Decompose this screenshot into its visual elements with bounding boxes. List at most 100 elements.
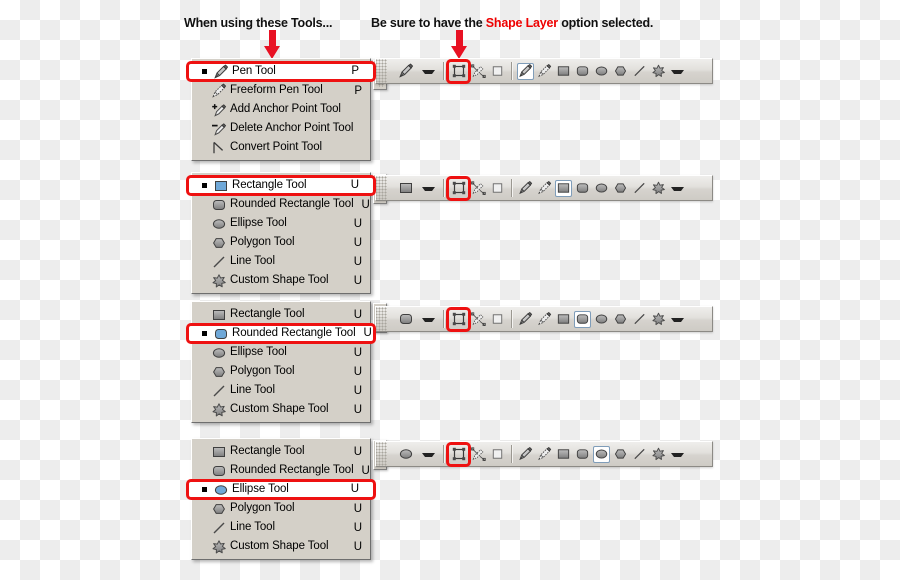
menu-item-add-anchor-point-tool[interactable]: Add Anchor Point Tool: [194, 100, 368, 119]
shape-layers-mode-button[interactable]: [449, 62, 468, 81]
tool-flyout-rounded-rectangle-tools[interactable]: Rectangle Tool U Rounded Rectangle Tool U El…: [186, 301, 376, 423]
current-tool-preview-rounded-rectangle-icon[interactable]: [393, 310, 419, 329]
ellipse-tool-button[interactable]: [593, 311, 610, 328]
polygon-tool-button[interactable]: [612, 311, 629, 328]
options-bar-rectangle-tools[interactable]: [375, 175, 713, 201]
custom-shape-tool-button[interactable]: [650, 311, 667, 328]
paths-mode-button[interactable]: [470, 311, 487, 328]
custom-shape-chevron-down-icon[interactable]: [671, 453, 684, 457]
fill-pixels-mode-button[interactable]: [489, 180, 506, 197]
fill-pixels-mode-button[interactable]: [489, 63, 506, 80]
freeform-pen-tool-button[interactable]: [536, 180, 553, 197]
line-icon: [208, 383, 230, 399]
custom-shape-tool-button[interactable]: [650, 180, 667, 197]
ellipse-tool-button[interactable]: [593, 180, 610, 197]
menu-item-convert-point-tool[interactable]: Convert Point Tool: [194, 138, 368, 157]
custom-shape-chevron-down-icon[interactable]: [671, 187, 684, 191]
tool-flyout-rectangle-tools[interactable]: Rectangle Tool U Rounded Rectangle Tool U El…: [186, 172, 376, 294]
polygon-tool-button[interactable]: [612, 63, 629, 80]
freeform-pen-tool-button[interactable]: [536, 446, 553, 463]
tool-preset-chevron-down-icon[interactable]: [422, 318, 435, 322]
menu-item-rectangle-tool[interactable]: Rectangle Tool U: [194, 442, 368, 461]
ellipse-icon: [208, 345, 230, 361]
custom-shape-chevron-down-icon[interactable]: [671, 70, 684, 74]
freeform-pen-tool-button[interactable]: [536, 63, 553, 80]
rectangle-tool-button[interactable]: [555, 311, 572, 328]
menu-item-rounded-rectangle-tool[interactable]: Rounded Rectangle Tool U: [194, 461, 370, 480]
rounded-rectangle-tool-button[interactable]: [574, 180, 591, 197]
custom-shape-chevron-down-icon[interactable]: [671, 318, 684, 322]
options-bar-rounded-rectangle-tools[interactable]: [375, 306, 713, 332]
tutorial-canvas: When using these Tools... Be sure to hav…: [0, 0, 900, 580]
rounded-rectangle-tool-button[interactable]: [574, 310, 591, 328]
options-bar-grip-icon[interactable]: [376, 442, 387, 466]
fill-pixels-mode-button[interactable]: [489, 446, 506, 463]
paths-mode-button[interactable]: [470, 63, 487, 80]
menu-item-label: Ellipse Tool: [230, 217, 287, 229]
freeform-pen-tool-button[interactable]: [536, 311, 553, 328]
menu-item-line-tool[interactable]: Line Tool U: [194, 381, 368, 400]
menu-item-freeform-pen-tool[interactable]: Freeform Pen Tool P: [194, 81, 368, 100]
rectangle-tool-button[interactable]: [555, 63, 572, 80]
paths-mode-button[interactable]: [470, 180, 487, 197]
current-tool-preview-rectangle-icon[interactable]: [393, 179, 419, 198]
line-tool-button[interactable]: [631, 446, 648, 463]
options-bar-grip-icon[interactable]: [376, 176, 387, 200]
options-bar-grip-icon[interactable]: [376, 307, 387, 331]
menu-item-ellipse-tool[interactable]: Ellipse Tool U: [194, 214, 368, 233]
menu-item-ellipse-tool[interactable]: Ellipse Tool U: [194, 343, 368, 362]
pen-tool-button[interactable]: [517, 311, 534, 328]
menu-item-rectangle-tool[interactable]: Rectangle Tool U: [186, 175, 376, 196]
menu-item-rectangle-tool[interactable]: Rectangle Tool U: [194, 305, 368, 324]
shape-layers-mode-button[interactable]: [449, 179, 468, 198]
menu-item-rounded-rectangle-tool[interactable]: Rounded Rectangle Tool U: [186, 323, 376, 344]
line-tool-button[interactable]: [631, 63, 648, 80]
shape-layers-mode-button[interactable]: [449, 445, 468, 464]
menu-item-delete-anchor-point-tool[interactable]: Delete Anchor Point Tool: [194, 119, 368, 138]
menu-item-polygon-tool[interactable]: Polygon Tool U: [194, 499, 368, 518]
tool-preset-chevron-down-icon[interactable]: [422, 187, 435, 191]
line-tool-button[interactable]: [631, 180, 648, 197]
pen-tool-button[interactable]: [517, 446, 534, 463]
rectangle-tool-button[interactable]: [555, 446, 572, 463]
tool-preset-chevron-down-icon[interactable]: [422, 70, 435, 74]
menu-item-label: Custom Shape Tool: [230, 403, 329, 415]
menu-item-polygon-tool[interactable]: Polygon Tool U: [194, 233, 368, 252]
menu-item-line-tool[interactable]: Line Tool U: [194, 518, 368, 537]
rectangle-icon: [208, 307, 230, 323]
paths-mode-button[interactable]: [470, 446, 487, 463]
menu-item-rounded-rectangle-tool[interactable]: Rounded Rectangle Tool U: [194, 195, 370, 214]
tool-preset-chevron-down-icon[interactable]: [422, 453, 435, 457]
current-tool-preview-pen-tool-icon[interactable]: [393, 62, 419, 81]
current-tool-preview-ellipse-icon[interactable]: [393, 445, 419, 464]
ellipse-icon: [208, 216, 230, 232]
rounded-rectangle-tool-button[interactable]: [574, 63, 591, 80]
pen-tool-button[interactable]: [517, 180, 534, 197]
polygon-tool-button[interactable]: [612, 446, 629, 463]
polygon-tool-button[interactable]: [612, 180, 629, 197]
options-bar-grip-icon[interactable]: [376, 59, 387, 83]
tool-flyout-ellipse-tools[interactable]: Rectangle Tool U Rounded Rectangle Tool U El…: [186, 438, 376, 560]
ellipse-tool-button[interactable]: [593, 445, 610, 463]
shape-layers-mode-button[interactable]: [449, 310, 468, 329]
fill-pixels-mode-button[interactable]: [489, 311, 506, 328]
pen-tool-button[interactable]: [517, 62, 534, 80]
menu-item-polygon-tool[interactable]: Polygon Tool U: [194, 362, 368, 381]
custom-shape-tool-button[interactable]: [650, 63, 667, 80]
tool-flyout-pen-tools[interactable]: Pen Tool P Freeform Pen Tool P Add Anchor Po…: [186, 58, 376, 161]
rounded-rectangle-tool-button[interactable]: [574, 446, 591, 463]
rectangle-tool-button[interactable]: [555, 179, 572, 197]
menu-item-ellipse-tool[interactable]: Ellipse Tool U: [186, 479, 376, 500]
menu-item-line-tool[interactable]: Line Tool U: [194, 252, 368, 271]
ellipse-tool-button[interactable]: [593, 63, 610, 80]
divider: [511, 445, 512, 463]
options-bar-pen-tools[interactable]: [375, 58, 713, 84]
menu-item-custom-shape-tool[interactable]: Custom Shape Tool U: [194, 400, 368, 419]
menu-item-pen-tool[interactable]: Pen Tool P: [186, 61, 376, 82]
custom-shape-tool-button[interactable]: [650, 446, 667, 463]
menu-item-shortcut: U: [353, 217, 362, 230]
menu-item-custom-shape-tool[interactable]: Custom Shape Tool U: [194, 271, 368, 290]
options-bar-ellipse-tools[interactable]: [375, 441, 713, 467]
menu-item-custom-shape-tool[interactable]: Custom Shape Tool U: [194, 537, 368, 556]
line-tool-button[interactable]: [631, 311, 648, 328]
